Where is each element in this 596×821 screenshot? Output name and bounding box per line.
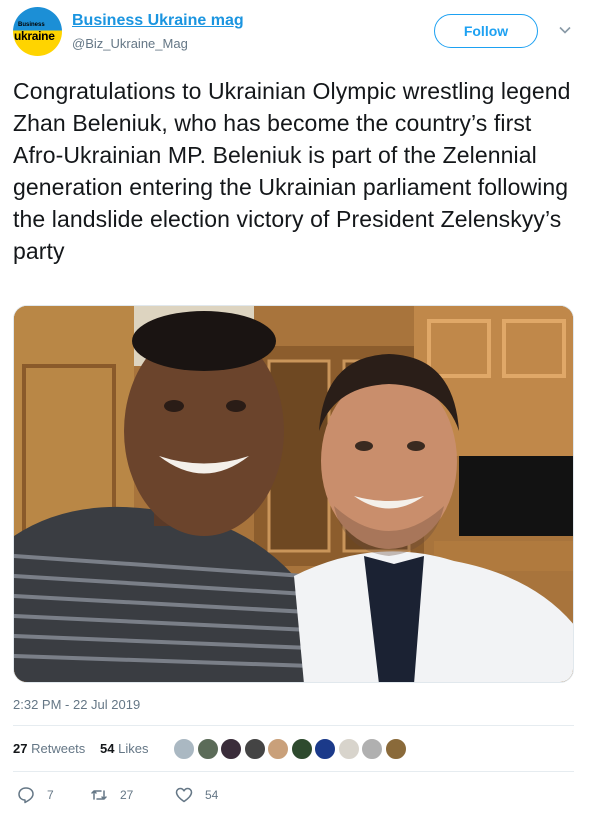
tweet-photo[interactable] [13,305,574,683]
account-handle[interactable]: @Biz_Ukraine_Mag [72,36,188,51]
reply-icon [18,787,34,804]
avatar-big-text: ukraine [14,29,55,43]
tweet-text: Congratulations to Ukrainian Olympic wre… [13,78,571,264]
divider-bottom [13,771,574,772]
retweet-icon [91,790,107,800]
chevron-down-icon[interactable] [558,23,572,37]
liker-avatar[interactable] [196,738,219,760]
likes-label: Likes [118,741,149,756]
heart-icon [175,787,193,803]
account-display-name[interactable]: Business Ukraine mag [72,12,244,30]
retweet-count: 27 [120,788,134,802]
selfie-photo-illustration [14,306,573,682]
liker-avatar[interactable] [173,738,195,760]
retweets-count: 27 [13,741,28,756]
liker-avatar[interactable] [384,738,407,760]
retweets-stat[interactable]: 27 Retweets [13,741,85,756]
reply-count: 7 [47,788,54,802]
tweet-actions: 7 27 54 [13,782,583,812]
account-avatar[interactable]: Business ukraine [13,7,62,56]
liker-avatar[interactable] [361,738,383,760]
liker-avatar[interactable] [267,738,289,760]
likes-count: 54 [100,741,115,756]
tweet-header: Business ukraine Business Ukraine mag @B… [13,7,586,57]
follow-button[interactable]: Follow [434,14,538,48]
retweets-label: Retweets [31,741,86,756]
like-action[interactable]: 54 [175,786,218,804]
liker-avatar[interactable] [290,738,313,760]
tweet-stats: 27 Retweets 54 Likes [13,732,583,768]
liker-avatar[interactable] [337,738,360,760]
likes-stat[interactable]: 54 Likes [100,741,148,756]
avatar-small-text: Business [18,22,45,28]
tweet-timestamp[interactable]: 2:32 PM - 22 Jul 2019 [13,697,140,712]
liker-avatar[interactable] [243,738,266,760]
reply-action[interactable]: 7 [17,786,54,804]
liker-avatar[interactable] [220,738,242,760]
like-count: 54 [205,788,219,802]
retweet-action[interactable]: 27 [90,786,133,804]
divider-top [13,725,574,726]
liker-avatar[interactable] [314,738,336,760]
